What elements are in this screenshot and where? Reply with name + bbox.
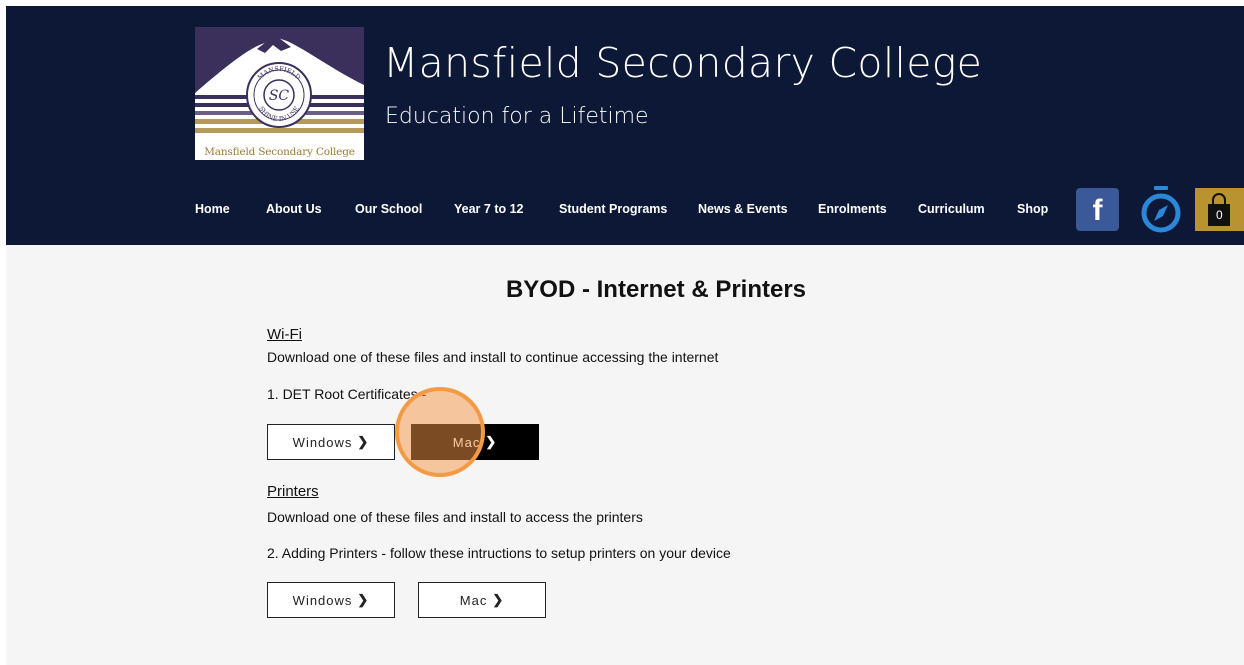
nav-item-news-events[interactable]: News & Events	[698, 202, 788, 216]
facebook-glyph: f	[1092, 194, 1103, 227]
wifi-item: 1. DET Root Certificates -	[267, 386, 427, 402]
printers-heading: Printers	[267, 483, 319, 500]
page-frame: SC MANSFIELD SHINE IN USE Mansfield Seco…	[6, 6, 1244, 665]
wifi-description: Download one of these files and install …	[267, 349, 719, 365]
site-header: SC MANSFIELD SHINE IN USE Mansfield Seco…	[6, 6, 1244, 245]
wifi-windows-button[interactable]: Windows ❯	[267, 424, 395, 460]
logo-caption: Mansfield Secondary College	[204, 146, 355, 158]
chevron-right-icon: ❯	[485, 434, 498, 449]
printers-mac-label: Mac	[459, 592, 488, 608]
chevron-right-icon: ❯	[357, 434, 370, 449]
printers-windows-button[interactable]: Windows ❯	[267, 582, 395, 618]
logo-emblem: SC MANSFIELD SHINE IN USE	[195, 27, 364, 133]
printers-windows-label: Windows	[292, 592, 353, 608]
shopping-bag-icon[interactable]: 0	[1195, 188, 1244, 231]
printers-description: Download one of these files and install …	[267, 509, 643, 525]
chevron-right-icon: ❯	[492, 592, 505, 607]
nav-item-enrolments[interactable]: Enrolments	[818, 202, 887, 216]
printers-mac-button[interactable]: Mac ❯	[418, 582, 546, 618]
compass-icon[interactable]	[1139, 186, 1183, 234]
site-title: Mansfield Secondary College	[383, 39, 983, 87]
cart-count: 0	[1216, 208, 1223, 222]
nav-item-student-programs[interactable]: Student Programs	[559, 202, 667, 216]
main-nav: Home About Us Our School Year 7 to 12 St…	[6, 202, 1076, 222]
seal-monogram: SC	[269, 88, 290, 104]
nav-item-year-7-to-12[interactable]: Year 7 to 12	[454, 202, 524, 216]
nav-item-home[interactable]: Home	[195, 202, 230, 216]
nav-item-shop[interactable]: Shop	[1017, 202, 1048, 216]
nav-item-about-us[interactable]: About Us	[266, 202, 322, 216]
nav-item-curriculum[interactable]: Curriculum	[918, 202, 985, 216]
site-logo[interactable]: SC MANSFIELD SHINE IN USE Mansfield Seco…	[195, 27, 364, 160]
site-tagline: Education for a Lifetime	[385, 104, 649, 129]
nav-item-our-school[interactable]: Our School	[355, 202, 422, 216]
facebook-icon[interactable]: f	[1076, 188, 1119, 231]
chevron-right-icon: ❯	[357, 592, 370, 607]
wifi-heading: Wi-Fi	[267, 326, 302, 343]
wifi-windows-label: Windows	[292, 434, 353, 450]
wifi-mac-label: Mac	[452, 434, 481, 450]
page-title: BYOD - Internet & Printers	[505, 276, 807, 303]
printers-item: 2. Adding Printers - follow these intruc…	[267, 545, 731, 561]
wifi-mac-button[interactable]: Mac ❯	[411, 424, 539, 460]
